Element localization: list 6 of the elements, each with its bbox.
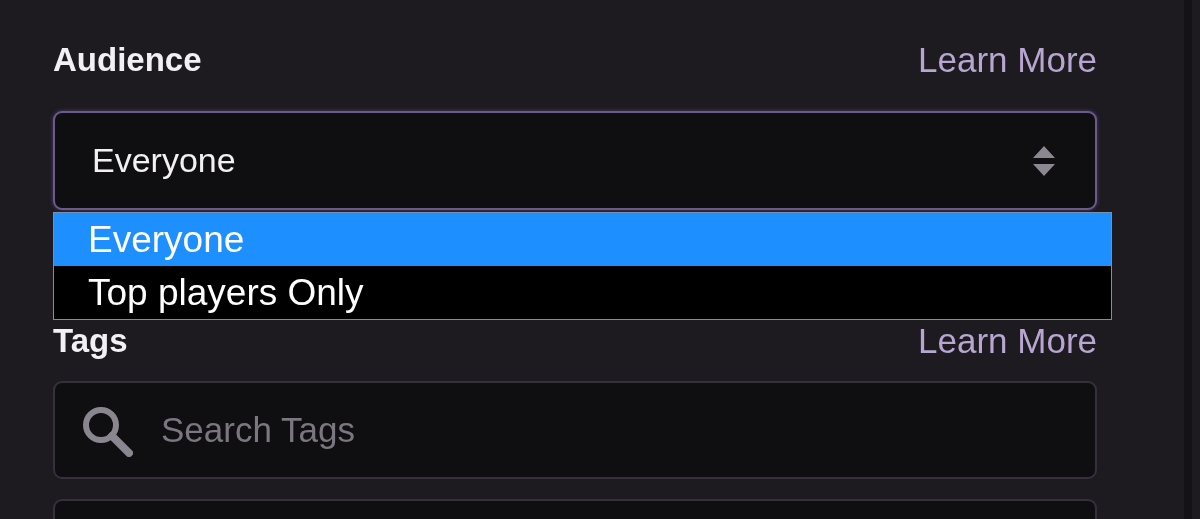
learn-more-link[interactable]: Learn More	[918, 40, 1097, 80]
learn-more-link[interactable]: Learn More	[918, 321, 1097, 361]
search-field[interactable]: Search Tags	[53, 381, 1097, 479]
section-label: Audience	[53, 41, 202, 79]
section-label: Tags	[53, 322, 128, 360]
audience-select[interactable]: Everyone	[53, 111, 1097, 210]
